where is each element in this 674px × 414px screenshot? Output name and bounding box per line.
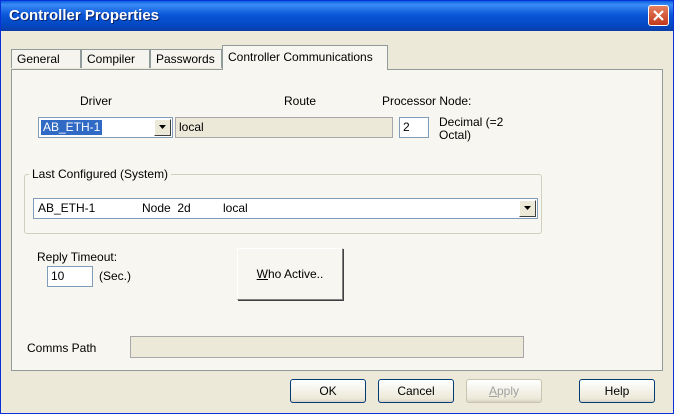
- reply-timeout-unit: (Sec.): [99, 269, 132, 283]
- last-configured-driver: AB_ETH-1: [38, 201, 96, 215]
- chevron-down-icon: [524, 206, 531, 210]
- driver-value: AB_ETH-1: [41, 120, 103, 135]
- ok-button[interactable]: OK: [290, 379, 366, 403]
- route-field: local: [175, 117, 393, 138]
- tab-panel: Driver Route Processor Node: AB_ETH-1 lo…: [11, 69, 663, 371]
- who-active-button[interactable]: Who Active..: [237, 248, 343, 300]
- reply-timeout-input[interactable]: 10: [47, 266, 93, 287]
- cancel-button[interactable]: Cancel: [378, 379, 454, 403]
- close-icon: [653, 10, 664, 21]
- processor-node-note-line2: Octal): [439, 128, 472, 142]
- tab-compiler[interactable]: Compiler: [81, 49, 150, 68]
- title-bar[interactable]: Controller Properties: [1, 1, 673, 31]
- tab-general[interactable]: General: [11, 49, 81, 68]
- chevron-down-icon: [159, 125, 166, 129]
- processor-node-input[interactable]: 2: [399, 117, 429, 138]
- last-configured-combo[interactable]: AB_ETH-1 Node 2d local: [33, 198, 538, 219]
- driver-label: Driver: [80, 94, 112, 108]
- window-title: Controller Properties: [9, 7, 160, 24]
- last-configured-route: local: [223, 201, 248, 215]
- route-label: Route: [284, 94, 317, 108]
- controller-properties-dialog: Controller Properties General Compiler P…: [0, 0, 674, 414]
- last-configured-dropdown-button[interactable]: [519, 200, 536, 217]
- comms-path-field: [130, 336, 524, 358]
- tab-controller-communications[interactable]: Controller Communications: [222, 45, 388, 70]
- help-button[interactable]: Help: [579, 379, 655, 403]
- driver-combo[interactable]: AB_ETH-1: [38, 117, 173, 138]
- comms-path-label: Comms Path: [27, 341, 97, 355]
- driver-dropdown-button[interactable]: [154, 119, 171, 136]
- last-configured-title: Last Configured (System): [29, 167, 172, 181]
- processor-node-label: Processor Node:: [382, 94, 472, 108]
- reply-timeout-label: Reply Timeout:: [37, 250, 118, 264]
- apply-button[interactable]: Apply: [466, 379, 542, 403]
- tab-passwords[interactable]: Passwords: [150, 49, 222, 68]
- close-button[interactable]: [648, 5, 669, 26]
- who-active-label: Who Active..: [256, 267, 324, 281]
- last-configured-node: Node 2d: [142, 201, 191, 215]
